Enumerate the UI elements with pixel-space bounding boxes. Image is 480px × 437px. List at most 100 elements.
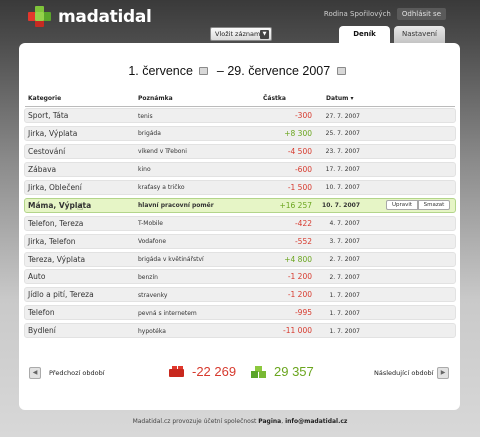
footer-separator: ,: [281, 418, 284, 425]
row-date: 3. 7. 2007: [329, 238, 360, 246]
income-total: 29 357: [274, 364, 314, 379]
period-from: 1. července: [128, 64, 193, 78]
header-amount[interactable]: Částka: [263, 95, 286, 102]
row-note: Vodafone: [138, 238, 167, 246]
row-date: 17. 7. 2007: [325, 166, 360, 174]
header-note[interactable]: Poznámka: [138, 95, 173, 102]
row-date: 1. 7. 2007: [329, 291, 360, 299]
brand-name: madatidal: [58, 7, 152, 27]
row-amount: -300: [294, 111, 312, 120]
row-date: 25. 7. 2007: [325, 130, 360, 138]
records-table: Sport, Táta tenis -300 27. 7. 2007 Jirka, Vý…: [24, 108, 456, 341]
tab-settings[interactable]: Nastavení: [394, 26, 445, 43]
hand-cursor-icon: ☝: [77, 201, 84, 213]
row-category: Telefon: [28, 308, 55, 318]
header-category[interactable]: Kategorie: [28, 95, 61, 102]
chevron-right-icon[interactable]: ▶: [437, 367, 449, 379]
table-row[interactable]: Máma, Výplata hlavní pracovní poměr +16 25…: [24, 197, 456, 213]
period-title: 1. července – 29. července 2007: [19, 64, 460, 78]
table-row[interactable]: Cestování víkend v Třeboni -4 500 23. 7. 20…: [24, 143, 456, 159]
row-category: Jídlo a pití, Tereza: [28, 290, 94, 300]
row-amount: -552: [294, 236, 312, 246]
table-header: Kategorie Poznámka Částka Datum ▾: [25, 95, 455, 107]
row-category: Jirka, Telefon: [28, 236, 76, 246]
row-note: tenis: [138, 112, 153, 120]
table-row[interactable]: Jídlo a pití, Tereza stravenky -1 200 1. 7.…: [24, 287, 456, 303]
row-date: 2. 7. 2007: [329, 256, 360, 263]
header-date[interactable]: Datum ▾: [326, 95, 354, 102]
row-category: Zábava: [28, 164, 57, 174]
row-category: Jirka, Oblečení: [28, 182, 82, 192]
row-amount: -4 500: [287, 146, 312, 156]
row-amount: -1 500: [287, 182, 312, 192]
delete-row-button[interactable]: Smazat: [418, 200, 450, 211]
next-period-link[interactable]: Následující období: [374, 369, 433, 377]
row-category: Cestování: [28, 146, 66, 156]
row-note: stravenky: [138, 291, 168, 299]
table-row[interactable]: Tereza, Výplata brigáda v květinářství +4 …: [24, 251, 456, 267]
row-date: 4. 7. 2007: [329, 220, 360, 228]
row-category: Telefon, Tereza: [28, 218, 84, 228]
add-record-label: Vložit záznam: [215, 30, 261, 38]
expenses-total: -22 269: [192, 364, 237, 379]
chevron-down-icon: ▼: [260, 30, 269, 39]
row-note: brigáda v květinářství: [138, 256, 204, 263]
row-note: víkend v Třeboni: [138, 148, 187, 156]
logout-button[interactable]: Odhlásit se: [396, 8, 446, 20]
expenses-brick-icon: [169, 366, 186, 378]
row-amount: +8 300: [284, 128, 312, 138]
add-record-button[interactable]: Vložit záznam ▼: [210, 27, 272, 41]
row-amount: -11 000: [283, 326, 312, 336]
tab-journal[interactable]: Deník: [339, 26, 390, 43]
row-category: Sport, Táta: [28, 111, 69, 120]
table-row[interactable]: Auto benzín -1 200 2. 7. 2007: [24, 269, 456, 285]
calendar-icon[interactable]: [199, 66, 209, 75]
chevron-left-icon[interactable]: ◀: [29, 367, 41, 379]
table-row[interactable]: Telefon, Tereza T-Mobile -422 4. 7. 2007: [24, 215, 456, 231]
row-amount: +16 257: [279, 200, 312, 210]
row-note: benzín: [138, 273, 158, 281]
row-amount: -995: [294, 308, 312, 318]
table-row[interactable]: Bydlení hypotéka -11 000 1. 7. 2007: [24, 323, 456, 339]
row-date: 10. 7. 2007: [325, 184, 360, 192]
row-note: hlavní pracovní poměr: [138, 202, 214, 210]
period-navigation: ◀ Předchozí období -22 269 29 357 Násled…: [19, 363, 460, 385]
row-category: Auto: [28, 272, 46, 282]
user-name: Rodina Spořilových: [323, 10, 391, 18]
row-note: T-Mobile: [138, 220, 163, 228]
row-category: Jirka, Výplata: [28, 128, 78, 138]
row-category: Bydlení: [28, 326, 56, 336]
footer-email-link[interactable]: info@madatidal.cz: [285, 418, 347, 425]
table-row[interactable]: Jirka, Výplata brigáda +8 300 25. 7. 2007: [24, 125, 456, 141]
user-bar: Rodina Spořilových Odhlásit se: [324, 8, 446, 20]
table-row[interactable]: Jirka, Oblečení kraťasy a tričko -1 500 10.…: [24, 179, 456, 195]
page-footer: Madatidal.cz provozuje účetní společnost…: [0, 418, 480, 425]
row-note: kino: [138, 166, 151, 174]
row-date: 1. 7. 2007: [329, 327, 360, 335]
row-note: brigáda: [138, 130, 161, 138]
prev-period-link[interactable]: Předchozí období: [49, 369, 105, 377]
row-amount: -1 200: [287, 290, 312, 300]
footer-text: Madatidal.cz provozuje účetní společnost: [132, 418, 257, 425]
row-note: kraťasy a tričko: [138, 184, 185, 192]
brand-logo[interactable]: madatidal: [28, 6, 152, 28]
main-panel: 1. července – 29. července 2007 Kategori…: [19, 43, 460, 410]
table-row[interactable]: Telefon pevná s internetem -995 1. 7. 2007: [24, 305, 456, 321]
footer-company-link[interactable]: Pagina: [258, 418, 281, 425]
row-date: 1. 7. 2007: [329, 309, 360, 317]
row-amount: +4 800: [284, 254, 312, 264]
row-date: 23. 7. 2007: [325, 148, 360, 156]
calendar-icon[interactable]: [336, 66, 346, 75]
table-row[interactable]: Zábava kino -600 17. 7. 2007: [24, 161, 456, 177]
table-row[interactable]: Sport, Táta tenis -300 27. 7. 2007: [24, 108, 456, 123]
row-note: hypotéka: [138, 327, 166, 335]
row-category: Tereza, Výplata: [28, 254, 86, 264]
period-to: 29. července 2007: [227, 64, 331, 78]
logo-cube-icon: [28, 6, 52, 28]
row-note: pevná s internetem: [138, 309, 197, 317]
period-separator: –: [216, 64, 224, 78]
table-row[interactable]: Jirka, Telefon Vodafone -552 3. 7. 2007: [24, 233, 456, 249]
income-cube-icon: [251, 366, 268, 378]
edit-row-button[interactable]: Upravit: [386, 200, 418, 211]
row-amount: -422: [294, 218, 312, 228]
